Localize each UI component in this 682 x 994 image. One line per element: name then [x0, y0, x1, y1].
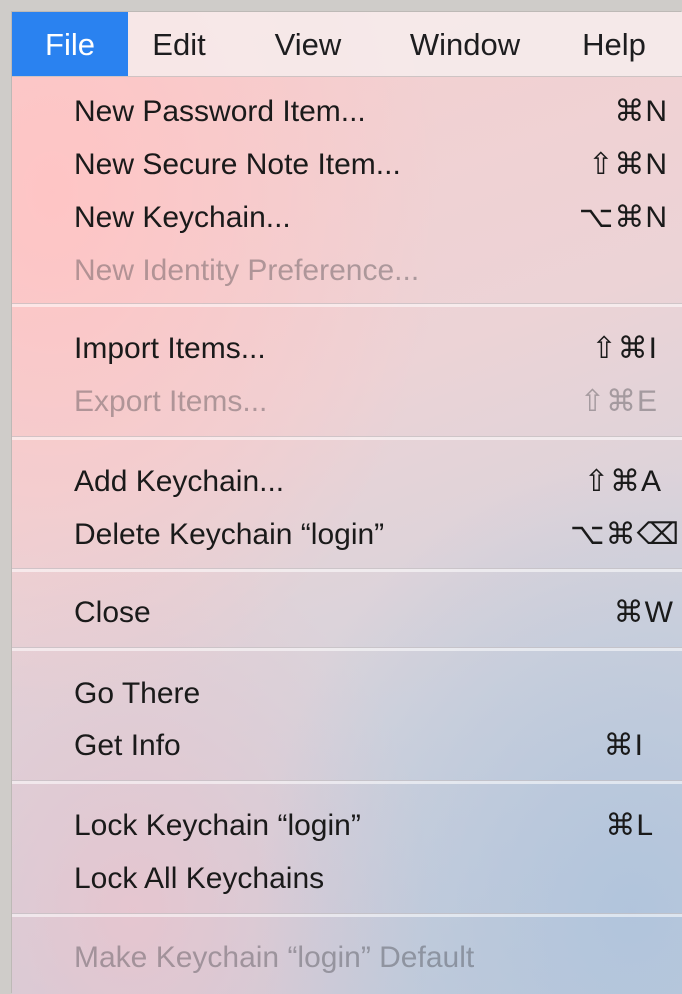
menu-file[interactable]: File — [12, 12, 128, 76]
menu-window[interactable]: Window — [394, 12, 536, 76]
menu-bar: File Edit View Window Help — [12, 12, 682, 77]
menu-item-new-password-item[interactable]: New Password Item... ⌘N — [12, 85, 682, 139]
menu-item-shortcut: ⌥⌘N — [578, 201, 668, 234]
menu-item-label: Add Keychain... — [74, 465, 285, 498]
menu-item-new-identity-preference: New Identity Preference... — [12, 244, 682, 298]
menu-help[interactable]: Help — [562, 12, 666, 76]
menu-item-new-secure-note-item[interactable]: New Secure Note Item... ⇧⌘N — [12, 138, 682, 192]
menu-separator — [12, 568, 682, 572]
menu-item-label: Lock Keychain “login” — [74, 809, 361, 842]
menu-item-shortcut: ⌥⌘⌫ — [570, 518, 680, 551]
menu-item-label: Import Items... — [74, 332, 266, 365]
menu-item-label: Delete Keychain “login” — [74, 518, 385, 551]
menu-item-shortcut: ⌘I — [603, 729, 644, 762]
menu-item-add-keychain[interactable]: Add Keychain... ⇧⌘A — [12, 455, 682, 509]
menu-item-delete-keychain-login[interactable]: Delete Keychain “login” ⌥⌘⌫ — [12, 508, 682, 562]
file-menu-panel: File Edit View Window Help New Password … — [12, 12, 682, 994]
menu-item-shortcut: ⇧⌘A — [583, 465, 662, 498]
menu-item-label: New Password Item... — [74, 95, 366, 128]
menu-item-shortcut: ⇧⌘I — [591, 332, 658, 365]
menu-item-new-keychain[interactable]: New Keychain... ⌥⌘N — [12, 191, 682, 245]
menu-item-label: Go There — [74, 677, 201, 710]
menu-view[interactable]: View — [264, 12, 352, 76]
menu-separator — [12, 647, 682, 651]
menu-item-label: Export Items... — [74, 385, 268, 418]
menu-separator — [12, 303, 682, 307]
menu-item-label: New Keychain... — [74, 201, 291, 234]
menu-separator — [12, 913, 682, 917]
menu-item-shortcut: ⌘N — [614, 95, 668, 128]
menu-item-export-items: Export Items... ⇧⌘E — [12, 375, 682, 429]
menu-item-label: Get Info — [74, 729, 181, 762]
menu-item-label: Make Keychain “login” Default — [74, 941, 475, 974]
menu-separator — [12, 436, 682, 440]
menu-item-get-info[interactable]: Get Info ⌘I — [12, 719, 682, 773]
menu-item-import-items[interactable]: Import Items... ⇧⌘I — [12, 322, 682, 376]
menu-item-go-there[interactable]: Go There — [12, 667, 682, 721]
menu-item-shortcut: ⇧⌘E — [579, 385, 658, 418]
menu-item-label: Close — [74, 596, 151, 629]
menu-item-lock-all-keychains[interactable]: Lock All Keychains — [12, 852, 682, 906]
menu-item-label: New Secure Note Item... — [74, 148, 401, 181]
menu-item-shortcut: ⌘W — [613, 596, 674, 629]
menu-item-close[interactable]: Close ⌘W — [12, 586, 682, 640]
menu-item-label: New Identity Preference... — [74, 254, 420, 287]
menu-item-lock-keychain-login[interactable]: Lock Keychain “login” ⌘L — [12, 799, 682, 853]
menu-item-label: Lock All Keychains — [74, 862, 325, 895]
menu-item-shortcut: ⇧⌘N — [588, 148, 668, 181]
menu-separator — [12, 780, 682, 784]
menu-edit[interactable]: Edit — [142, 12, 216, 76]
menu-item-make-keychain-login-default: Make Keychain “login” Default — [12, 931, 682, 985]
menu-item-shortcut: ⌘L — [605, 809, 654, 842]
